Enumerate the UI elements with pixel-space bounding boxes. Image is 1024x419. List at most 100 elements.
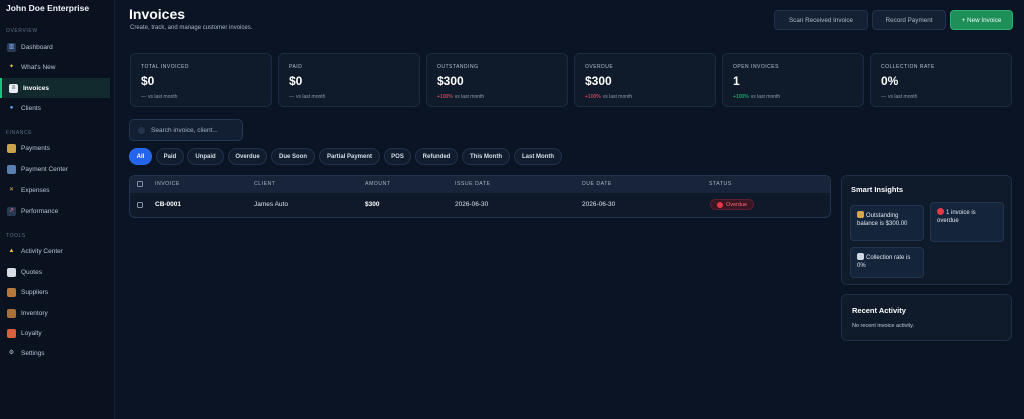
stat-delta-suffix: vs last month (454, 94, 485, 100)
stat-delta-suffix: vs last month (750, 94, 781, 100)
sidebar-item-clients[interactable]: ● Clients (0, 98, 110, 118)
sidebar-item-activity-center[interactable]: ▲ Activity Center (0, 241, 110, 261)
stat-value: $0 (289, 74, 303, 88)
red-circle-icon (717, 201, 723, 208)
smart-insights-panel: Smart Insights Outstanding balance is $3… (841, 175, 1012, 285)
stat-label: COLLECTION RATE (881, 64, 935, 70)
sidebar-item-label: Payments (21, 144, 50, 152)
filter-partial-payment[interactable]: Partial Payment (319, 148, 380, 165)
stat-change: +100% vs last month (733, 94, 780, 100)
cell-issue-date: 2026-06-30 (455, 201, 489, 208)
sidebar-item-label: Clients (21, 104, 41, 112)
filter-paid[interactable]: Paid (156, 148, 184, 165)
sidebar-item-label: Suppliers (21, 288, 49, 296)
sidebar-item-label: Quotes (21, 268, 42, 276)
filter-last-month[interactable]: Last Month (514, 148, 562, 165)
quotes-icon (7, 267, 16, 277)
stat-delta-suffix: vs last month (296, 94, 326, 100)
stat-delta-suffix: vs last month (602, 94, 633, 100)
sidebar-item-payments[interactable]: Payments (0, 138, 110, 158)
stat-value: $0 (141, 74, 155, 88)
stat-change: +100% vs last month (437, 94, 484, 100)
record-payment-button[interactable]: Record Payment (872, 10, 946, 30)
stat-label: TOTAL INVOICED (141, 64, 190, 70)
row-checkbox[interactable] (137, 202, 143, 208)
stat-value: $300 (585, 74, 612, 88)
table-header: INVOICE CLIENT AMOUNT ISSUE DATE DUE DAT… (130, 176, 830, 193)
filter-overdue[interactable]: Overdue (228, 148, 267, 165)
cell-amount: $300 (365, 201, 380, 208)
sidebar-item-label: Settings (21, 349, 45, 357)
stat-card-outstanding: OUTSTANDING $300 +100% vs last month (426, 53, 568, 107)
sidebar-item-payment-center[interactable]: Payment Center (0, 159, 110, 179)
sidebar-item-quotes[interactable]: Quotes (0, 262, 110, 282)
column-header-status[interactable]: STATUS (709, 181, 732, 187)
scan-received-invoice-button[interactable]: Scan Received Invoice (774, 10, 868, 30)
cell-invoice[interactable]: CB-0001 (155, 201, 181, 208)
money-bag-icon (857, 211, 864, 218)
gear-icon: ⚙ (8, 349, 15, 356)
stat-delta: +100% (585, 94, 601, 100)
payment-center-icon (7, 164, 16, 174)
sidebar-item-invoices[interactable]: ≡ Invoices (0, 78, 110, 98)
stat-card-paid: PAID $0 — vs last month (278, 53, 420, 107)
stat-delta: — (881, 94, 886, 100)
filter-all[interactable]: All (129, 148, 152, 165)
sidebar-item-suppliers[interactable]: Suppliers (0, 282, 110, 302)
column-header-amount[interactable]: AMOUNT (365, 181, 390, 187)
sidebar-item-performance[interactable]: ↗ Performance (0, 201, 110, 221)
filter-refunded[interactable]: Refunded (415, 148, 458, 165)
sidebar-item-label: Activity Center (21, 247, 63, 255)
sidebar-item-dashboard[interactable]: ▥ Dashboard (0, 37, 110, 57)
filter-this-month[interactable]: This Month (462, 148, 510, 165)
sidebar-item-label: Dashboard (21, 43, 53, 51)
select-all-checkbox[interactable] (137, 181, 143, 187)
insight-text: Collection rate is 0% (857, 255, 911, 269)
stat-delta-suffix: vs last month (148, 94, 178, 100)
stat-change: — vs last month (881, 94, 917, 100)
stat-label: PAID (289, 64, 303, 70)
sidebar-item-loyalty[interactable]: Loyalty (0, 323, 110, 343)
stat-delta: — (141, 94, 146, 100)
column-header-due-date[interactable]: DUE DATE (582, 181, 612, 187)
stat-card-overdue: OVERDUE $300 +100% vs last month (574, 53, 716, 107)
filter-pos[interactable]: POS (384, 148, 411, 165)
page-subtitle: Create, track, and manage customer invoi… (130, 25, 253, 31)
section-label-overview: OVERVIEW (6, 28, 38, 34)
filter-due-soon[interactable]: Due Soon (271, 148, 315, 165)
cell-due-date: 2026-06-30 (582, 201, 616, 208)
invoice-icon: ≡ (9, 83, 18, 93)
stat-value: $300 (437, 74, 464, 88)
sidebar-item-label: What's New (21, 63, 56, 71)
box-icon (7, 308, 16, 318)
stat-delta: +100% (437, 94, 453, 100)
section-label-finance: FINANCE (6, 130, 33, 136)
column-header-invoice[interactable]: INVOICE (155, 181, 180, 187)
search-input[interactable]: Search invoice, client... (129, 119, 243, 141)
sidebar-item-label: Payment Center (21, 165, 68, 173)
stat-card-open-invoices: OPEN INVOICES 1 +100% vs last month (722, 53, 864, 107)
sidebar-item-inventory[interactable]: Inventory (0, 303, 110, 323)
gift-icon (7, 328, 16, 338)
page-title: Invoices (129, 6, 186, 22)
column-header-issue-date[interactable]: ISSUE DATE (455, 181, 490, 187)
suppliers-icon (7, 287, 16, 297)
new-invoice-button[interactable]: + New Invoice (950, 10, 1013, 30)
stat-label: OPEN INVOICES (733, 64, 779, 70)
search-icon (138, 126, 145, 134)
status-badge: Overdue (710, 199, 755, 210)
sidebar-item-settings[interactable]: ⚙ Settings (0, 343, 110, 363)
stat-card-total-invoiced: TOTAL INVOICED $0 — vs last month (130, 53, 272, 107)
stat-delta: — (289, 94, 294, 100)
cell-client: James Auto (254, 201, 288, 208)
recent-activity-title: Recent Activity (852, 306, 906, 315)
sidebar-item-expenses[interactable]: ✕ Expenses (0, 180, 110, 200)
card-icon (7, 143, 16, 153)
sidebar-item-whats-new[interactable]: ✦ What's New (0, 57, 110, 77)
sidebar-item-label: Loyalty (21, 329, 42, 337)
brand-name: John Doe Enterprise (6, 3, 90, 13)
column-header-client[interactable]: CLIENT (254, 181, 275, 187)
filter-unpaid[interactable]: Unpaid (187, 148, 224, 165)
stat-change: +100% vs last month (585, 94, 632, 100)
stat-delta: +100% (733, 94, 749, 100)
